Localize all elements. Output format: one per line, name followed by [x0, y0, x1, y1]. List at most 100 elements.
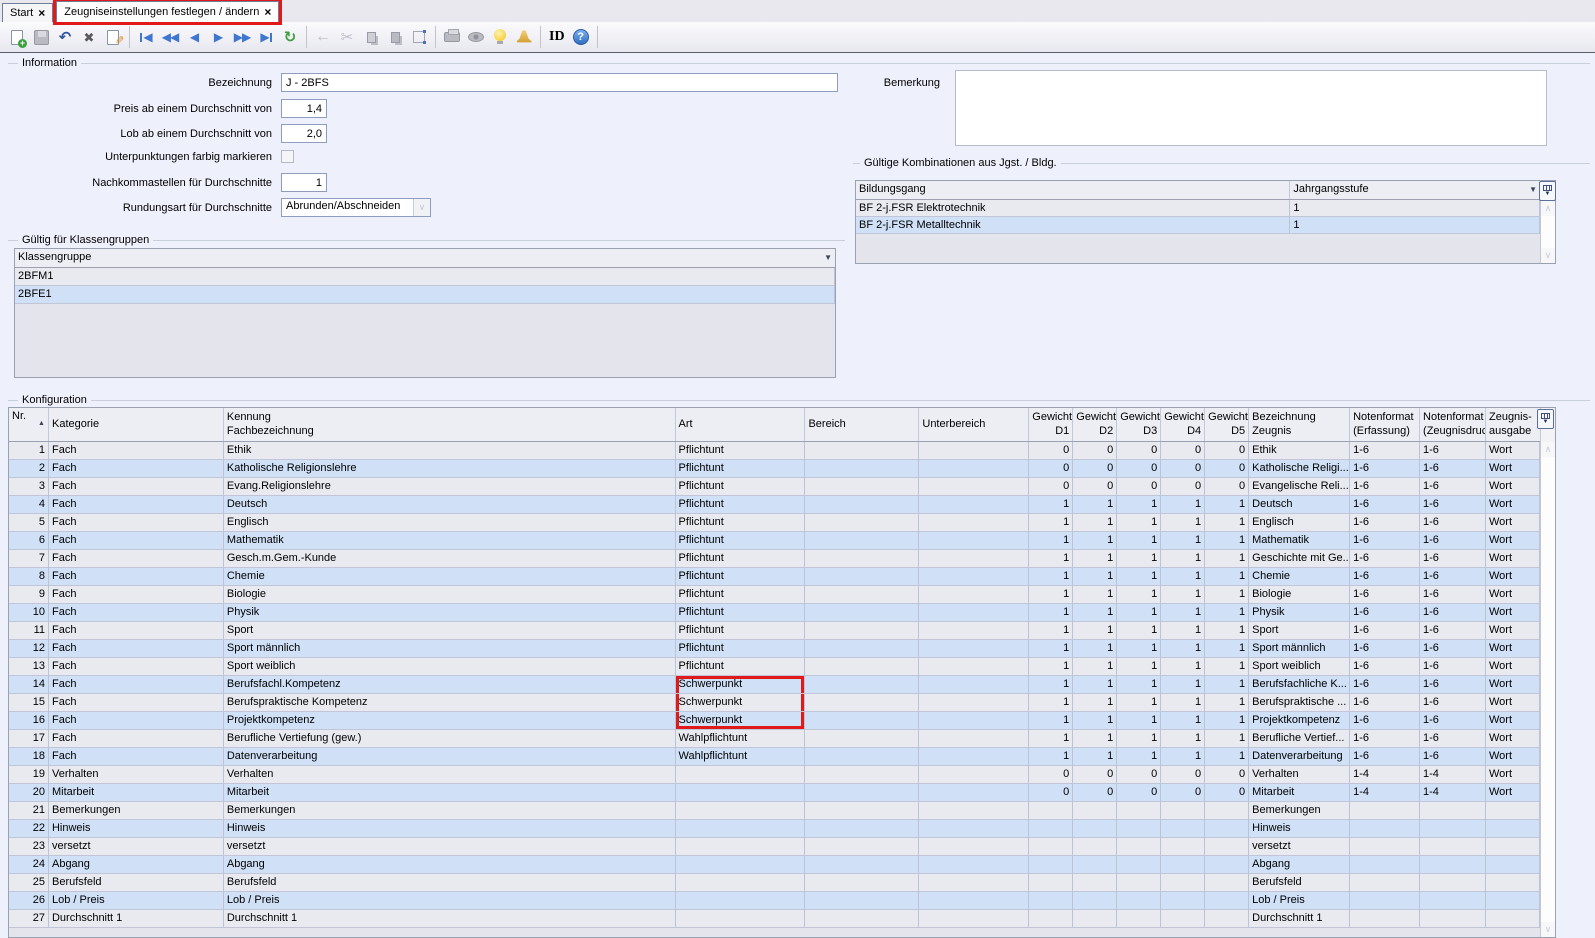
edit-icon[interactable]: ✎ [102, 26, 124, 48]
undo-icon[interactable]: ↶ [54, 26, 76, 48]
konfiguration-row[interactable]: 20MitarbeitMitarbeit00000Mitarbeit1-41-4… [9, 784, 1540, 802]
column-header-jahrgangsstufe[interactable]: Jahrgangsstufe▼ [1290, 181, 1540, 199]
konfiguration-row[interactable]: 8FachChemiePflichtunt11111Chemie1-61-6Wo… [9, 568, 1540, 586]
scroll-up-icon[interactable]: ∧ [1541, 442, 1555, 457]
tab-zeugniseinstellungen[interactable]: Zeugniseinstellungen festlegen / ändern … [56, 1, 279, 22]
konfiguration-row[interactable]: 9FachBiologiePflichtunt11111Biologie1-61… [9, 586, 1540, 604]
konfiguration-row[interactable]: 21BemerkungenBemerkungenBemerkungen [9, 802, 1540, 820]
konfiguration-row[interactable]: 24AbgangAbgangAbgang [9, 856, 1540, 874]
column-chooser-button[interactable]: ▼ [1537, 409, 1554, 429]
next-record-icon[interactable]: ▶ [207, 26, 229, 48]
cut-icon[interactable]: ✂ [336, 26, 358, 48]
toolbar-separator [306, 26, 307, 48]
cell: Fach [49, 658, 224, 676]
select-region-icon[interactable] [408, 26, 430, 48]
id-button[interactable]: ID [546, 26, 568, 48]
kombination-row[interactable]: BF 2-j.FSR Metalltechnik1 [856, 217, 1540, 234]
column-header-gewicht-d1[interactable]: GewichtD1 [1029, 408, 1073, 441]
konfiguration-row[interactable]: 27Durchschnitt 1Durchschnitt 1Durchschni… [9, 910, 1540, 928]
konfiguration-row[interactable]: 5FachEnglischPflichtunt11111Englisch1-61… [9, 514, 1540, 532]
kombination-row[interactable]: BF 2-j.FSR Elektrotechnik1 [856, 200, 1540, 217]
close-icon[interactable]: × [38, 8, 45, 18]
konfiguration-row[interactable]: 7FachGesch.m.Gem.-KundePflichtunt11111Ge… [9, 550, 1540, 568]
column-header-notenformat-zeugnisdruck-[interactable]: Notenformat(Zeugnisdruck) [1420, 408, 1486, 441]
previous-record-icon[interactable]: ◀ [183, 26, 205, 48]
chevron-down-icon[interactable]: ∨ [413, 199, 430, 216]
cell: 1 [1117, 514, 1161, 532]
refresh-icon[interactable]: ↻ [279, 26, 301, 48]
column-header-unterbereich[interactable]: Unterbereich [919, 408, 1029, 441]
copy-icon[interactable] [360, 26, 382, 48]
bezeichnung-input[interactable] [281, 73, 838, 92]
paste-icon[interactable] [384, 26, 406, 48]
konfiguration-row[interactable]: 12FachSport männlichPflichtunt11111Sport… [9, 640, 1540, 658]
tab-start[interactable]: Start × [2, 3, 53, 22]
klassengruppe-row[interactable]: 2BFM1 [15, 268, 835, 286]
help-icon[interactable]: ? [570, 26, 592, 48]
konfiguration-row[interactable]: 14FachBerufsfachl.KompetenzSchwerpunkt11… [9, 676, 1540, 694]
konfiguration-row[interactable]: 13FachSport weiblichPflichtunt11111Sport… [9, 658, 1540, 676]
konfiguration-scrollbar[interactable]: ∧ ∨ [1540, 408, 1555, 937]
konfiguration-row[interactable]: 19VerhaltenVerhalten00000Verhalten1-41-4… [9, 766, 1540, 784]
konfiguration-row[interactable]: 25BerufsfeldBerufsfeldBerufsfeld [9, 874, 1540, 892]
column-header-zeugnis-ausgabe[interactable]: Zeugnis-ausgabe [1486, 408, 1540, 441]
fast-forward-icon[interactable]: ▶▶ [231, 26, 253, 48]
cell: 1-6 [1420, 694, 1486, 712]
konfiguration-row[interactable]: 10FachPhysikPflichtunt11111Physik1-61-6W… [9, 604, 1540, 622]
column-header-gewicht-d3[interactable]: GewichtD3 [1117, 408, 1161, 441]
column-header-notenformat-erfassung-[interactable]: Notenformat(Erfassung) [1350, 408, 1420, 441]
scroll-down-icon[interactable]: ∨ [1541, 248, 1555, 263]
scroll-up-icon[interactable]: ∧ [1541, 201, 1555, 216]
konfiguration-row[interactable]: 23versetztversetztversetzt [9, 838, 1540, 856]
konfiguration-row[interactable]: 3FachEvang.ReligionslehrePflichtunt00000… [9, 478, 1540, 496]
column-header-bezeichnung-zeugnis[interactable]: BezeichnungZeugnis [1249, 408, 1350, 441]
print-icon[interactable] [441, 26, 463, 48]
filter-arrow-icon[interactable]: ▼ [1529, 185, 1537, 195]
column-chooser-button[interactable]: ▼ [1539, 181, 1556, 201]
column-header-gewicht-d4[interactable]: GewichtD4 [1161, 408, 1205, 441]
nachkommastellen-input[interactable] [281, 173, 327, 192]
column-header-gewicht-d2[interactable]: GewichtD2 [1073, 408, 1117, 441]
konfiguration-row[interactable]: 1FachEthikPflichtunt00000Ethik1-61-6Wort [9, 442, 1540, 460]
delete-icon[interactable]: ✖ [78, 26, 100, 48]
konfiguration-row[interactable]: 16FachProjektkompetenzSchwerpunkt11111Pr… [9, 712, 1540, 730]
konfiguration-row[interactable]: 26Lob / PreisLob / PreisLob / Preis [9, 892, 1540, 910]
back-arrow-icon[interactable]: ← [312, 26, 334, 48]
cell: 0 [1073, 442, 1117, 460]
column-header-bereich[interactable]: Bereich [805, 408, 919, 441]
first-record-icon[interactable]: ◀ [135, 26, 157, 48]
preis-input[interactable] [281, 99, 327, 118]
konfiguration-row[interactable]: 22HinweisHinweisHinweis [9, 820, 1540, 838]
fast-backward-icon[interactable]: ◀◀ [159, 26, 181, 48]
new-record-icon[interactable]: + [6, 26, 28, 48]
last-record-icon[interactable]: ▶ [255, 26, 277, 48]
cell: 1 [1117, 532, 1161, 550]
unterpunktungen-checkbox[interactable] [281, 150, 294, 163]
konfiguration-row[interactable]: 11FachSportPflichtunt11111Sport1-61-6Wor… [9, 622, 1540, 640]
konfiguration-row[interactable]: 15FachBerufspraktische KompetenzSchwerpu… [9, 694, 1540, 712]
konfiguration-row[interactable]: 2FachKatholische ReligionslehrePflichtun… [9, 460, 1540, 478]
close-icon[interactable]: × [264, 7, 271, 17]
bell-icon[interactable] [513, 26, 535, 48]
rundungsart-select[interactable]: Abrunden/Abschneiden ∨ [281, 198, 431, 217]
konfiguration-row[interactable]: 17FachBerufliche Vertiefung (gew.)Wahlpf… [9, 730, 1540, 748]
column-header-kategorie[interactable]: Kategorie [49, 408, 224, 441]
cell [805, 658, 919, 676]
konfiguration-row[interactable]: 6FachMathematikPflichtunt11111Mathematik… [9, 532, 1540, 550]
export-icon[interactable] [465, 26, 487, 48]
save-icon[interactable] [30, 26, 52, 48]
konfiguration-row[interactable]: 18FachDatenverarbeitungWahlpflichtunt111… [9, 748, 1540, 766]
bemerkung-textarea[interactable] [955, 70, 1547, 146]
column-header-nr-[interactable]: Nr.▲ [9, 408, 49, 441]
lob-input[interactable] [281, 124, 327, 143]
column-header-bildungsgang[interactable]: Bildungsgang [856, 181, 1290, 199]
column-header-klassengruppe[interactable]: Klassengruppe▼ [15, 249, 835, 267]
lightbulb-icon[interactable] [489, 26, 511, 48]
column-header-gewicht-d5[interactable]: GewichtD5 [1205, 408, 1249, 441]
column-header-kennung-fachbezeichnung[interactable]: KennungFachbezeichnung [224, 408, 676, 441]
column-header-art[interactable]: Art [676, 408, 806, 441]
filter-arrow-icon[interactable]: ▼ [824, 253, 832, 263]
scroll-down-icon[interactable]: ∨ [1541, 922, 1555, 937]
konfiguration-row[interactable]: 4FachDeutschPflichtunt11111Deutsch1-61-6… [9, 496, 1540, 514]
klassengruppe-row-selected[interactable]: 2BFE1 [15, 286, 835, 304]
